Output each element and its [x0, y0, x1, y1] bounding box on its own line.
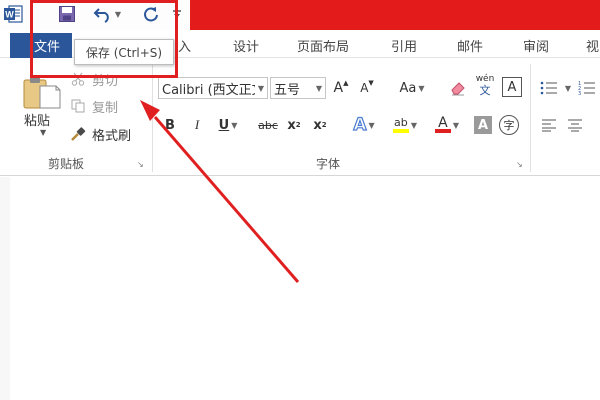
- font-size-value: 五号: [274, 82, 301, 98]
- grow-font-icon: A: [333, 80, 344, 96]
- font-name-value: Calibri (西文正文): [162, 82, 255, 98]
- font-color-icon: A: [434, 115, 451, 133]
- cut-label: 剪切: [92, 73, 119, 89]
- center-button[interactable]: [564, 114, 586, 136]
- redo-icon: [144, 7, 158, 22]
- chevron-down-icon: ▼: [231, 120, 238, 130]
- chevron-down-icon: ▼: [410, 120, 418, 130]
- highlight-color-bar: [392, 129, 409, 133]
- chevron-down-icon: ▼: [418, 83, 425, 93]
- title-bar: W ▼: [0, 0, 600, 30]
- undo-dropdown-icon[interactable]: ▼: [115, 10, 121, 19]
- tab-insert[interactable]: 入: [178, 36, 191, 55]
- paste-dropdown-icon[interactable]: ▼: [40, 128, 46, 137]
- group-divider: [152, 64, 153, 172]
- numbering-button[interactable]: 123: [576, 77, 598, 99]
- customize-qat-button[interactable]: [171, 2, 183, 26]
- save-icon: [59, 6, 75, 22]
- paste-icon[interactable]: [22, 74, 62, 110]
- italic-button[interactable]: I: [187, 114, 207, 136]
- chevron-down-icon: ▼: [257, 83, 265, 93]
- center-icon: [568, 119, 582, 132]
- cut-button[interactable]: 剪切: [70, 69, 118, 89]
- character-border-button[interactable]: A: [502, 77, 522, 97]
- tab-view[interactable]: 视: [586, 36, 599, 55]
- quick-access-toolbar: W ▼: [0, 0, 190, 30]
- paste-button[interactable]: 粘贴: [24, 110, 50, 129]
- subscript-label: x: [287, 117, 296, 133]
- clear-formatting-button[interactable]: [447, 77, 469, 99]
- font-color-button[interactable]: A ▼: [430, 114, 464, 136]
- phonetic-guide-button[interactable]: wén 文: [473, 74, 497, 96]
- font-group-label: 字体: [316, 157, 341, 171]
- font-color-label: A: [438, 115, 448, 131]
- customize-qat-icon: [173, 10, 181, 18]
- grow-font-button[interactable]: A ▲: [332, 77, 350, 99]
- tab-references[interactable]: 引用: [391, 36, 417, 55]
- character-border-label: A: [507, 79, 517, 95]
- document-page[interactable]: [10, 177, 600, 400]
- superscript-label: x: [313, 117, 322, 133]
- tab-mailings[interactable]: 邮件: [457, 36, 483, 55]
- text-effects-icon: A: [353, 114, 367, 135]
- superscript-button[interactable]: x2: [310, 114, 330, 136]
- tab-design[interactable]: 设计: [233, 36, 259, 55]
- format-painter-button[interactable]: 格式刷: [70, 124, 131, 144]
- undo-icon: [93, 8, 109, 23]
- align-left-button[interactable]: [538, 114, 560, 136]
- bullets-dropdown-button[interactable]: ▼: [562, 77, 572, 99]
- bold-button[interactable]: B: [160, 114, 180, 136]
- shrink-font-button[interactable]: A ▼: [358, 77, 376, 99]
- text-effects-button[interactable]: A ▼: [347, 114, 381, 136]
- highlight-icon: ab: [392, 116, 409, 133]
- font-color-bar: [434, 129, 451, 133]
- font-dialog-launcher-icon[interactable]: ↘: [516, 160, 525, 169]
- shrink-font-icon: A: [360, 81, 369, 95]
- group-divider: [530, 64, 531, 172]
- font-size-select[interactable]: 五号 ▼: [270, 77, 326, 99]
- tab-page-layout[interactable]: 页面布局: [297, 36, 349, 55]
- document-area: [0, 177, 600, 400]
- scissors-icon: [70, 71, 86, 87]
- change-case-button[interactable]: Aa ▼: [392, 77, 432, 99]
- subscript-mark: 2: [295, 121, 301, 129]
- format-painter-label: 格式刷: [92, 128, 132, 144]
- bullets-icon: [540, 81, 557, 95]
- svg-text:3: 3: [578, 91, 581, 96]
- align-left-icon: [542, 119, 556, 132]
- copy-icon: [70, 98, 86, 114]
- font-name-select[interactable]: Calibri (西文正文) ▼: [158, 77, 268, 99]
- undo-button[interactable]: ▼: [90, 2, 124, 26]
- copy-label: 复制: [92, 100, 119, 116]
- highlight-label: ab: [394, 116, 408, 129]
- phonetic-guide-char: 文: [479, 84, 491, 97]
- format-painter-icon: [70, 126, 86, 142]
- underline-label: U: [218, 117, 230, 133]
- numbering-icon: 123: [578, 81, 595, 96]
- subscript-button[interactable]: x2: [284, 114, 304, 136]
- save-tooltip: 保存 (Ctrl+S): [74, 39, 174, 65]
- eraser-icon: [451, 82, 465, 96]
- svg-text:W: W: [5, 10, 14, 20]
- chevron-down-icon: ▼: [452, 120, 460, 130]
- highlight-button[interactable]: ab ▼: [386, 114, 424, 136]
- underline-button[interactable]: U ▼: [213, 114, 243, 136]
- chevron-down-icon: ▼: [315, 83, 323, 93]
- redo-button[interactable]: [140, 2, 162, 26]
- tab-review[interactable]: 审阅: [523, 36, 549, 55]
- word-logo-icon: W: [4, 5, 23, 23]
- tab-file[interactable]: 文件: [10, 33, 72, 58]
- strikethrough-button[interactable]: abc: [255, 114, 281, 136]
- chevron-down-icon: ▼: [564, 83, 572, 93]
- change-case-label: Aa: [399, 80, 417, 96]
- save-button[interactable]: [55, 2, 79, 26]
- clipboard-dialog-launcher-icon[interactable]: ↘: [137, 160, 146, 169]
- superscript-mark: 2: [321, 121, 327, 129]
- enclose-characters-button[interactable]: 字: [499, 115, 519, 135]
- character-shading-button[interactable]: A: [474, 116, 492, 134]
- clipboard-group-label: 剪贴板: [48, 157, 85, 171]
- copy-button[interactable]: 复制: [70, 96, 118, 116]
- chevron-down-icon: ▼: [368, 120, 375, 130]
- bullets-button[interactable]: [538, 77, 560, 99]
